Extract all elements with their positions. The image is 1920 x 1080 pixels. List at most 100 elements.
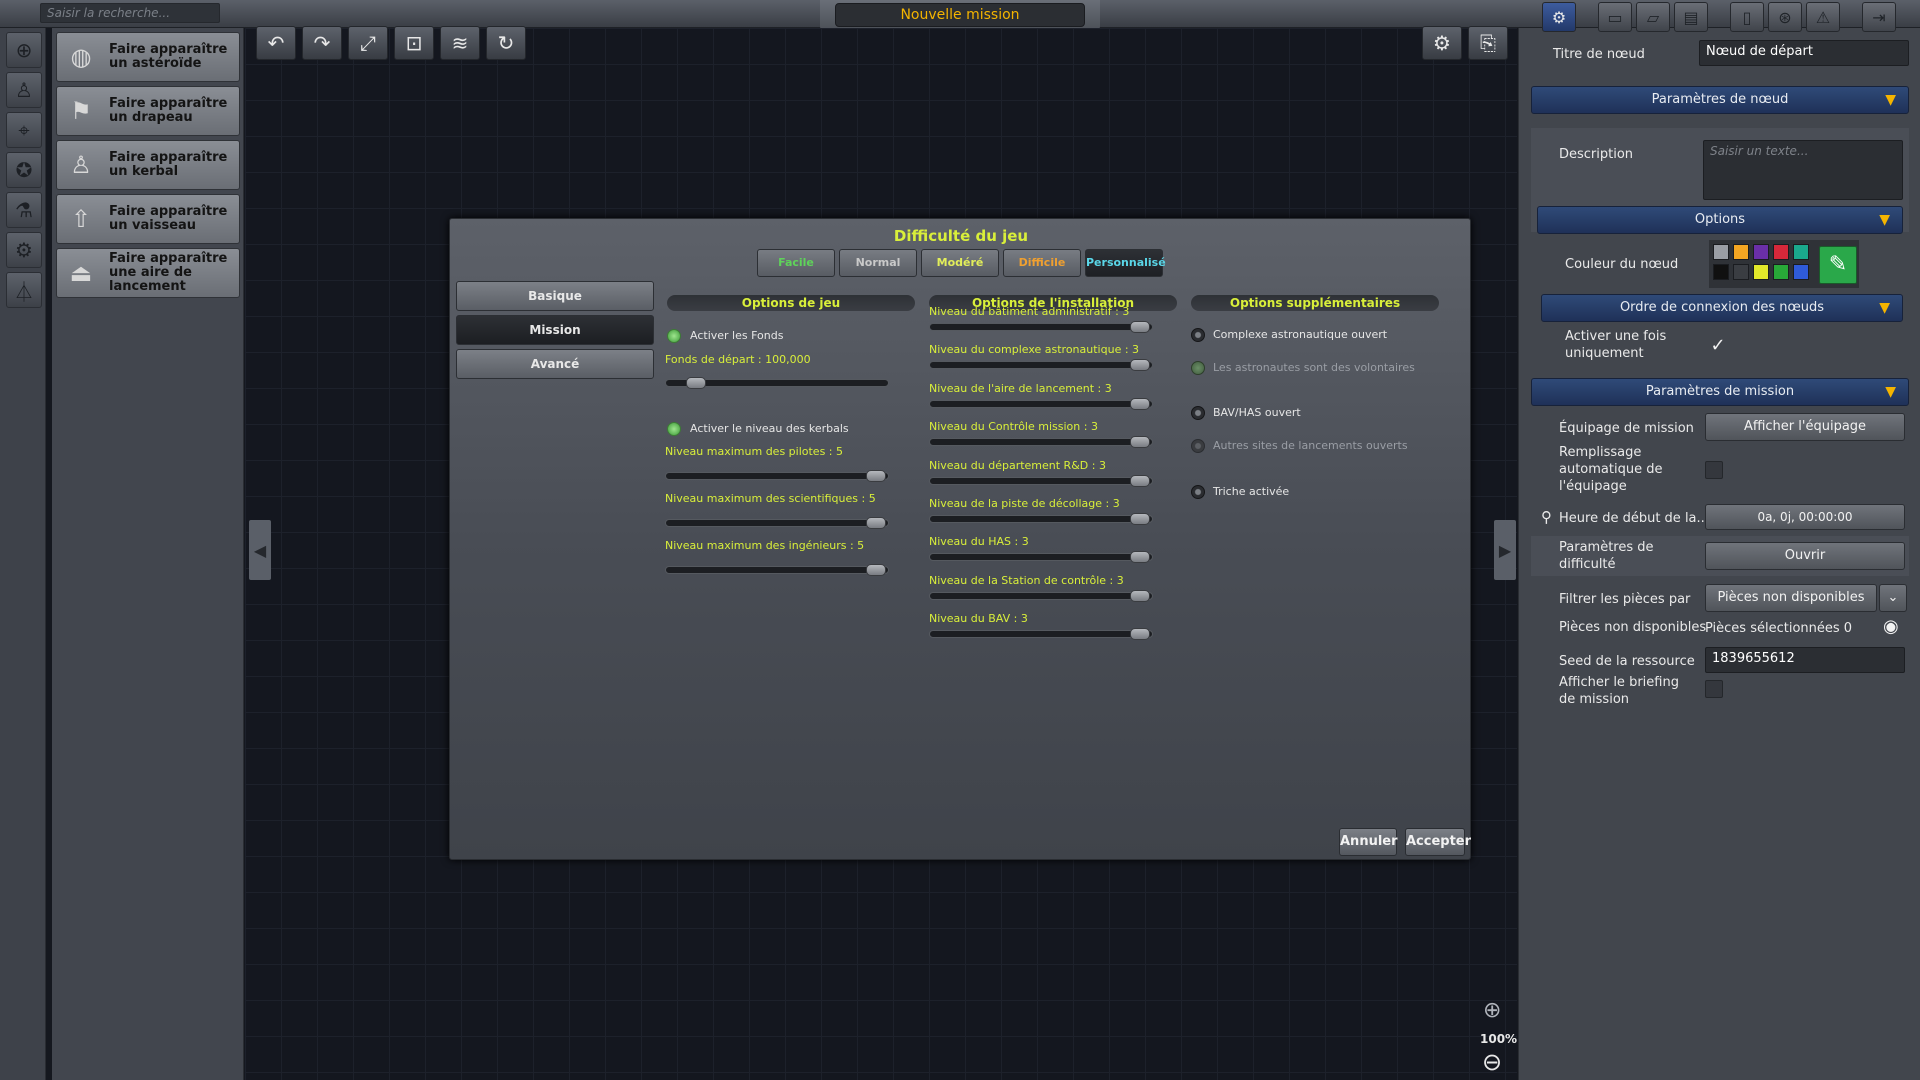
color-swatch[interactable]	[1793, 244, 1809, 260]
settings-icon[interactable]: ⚙	[1422, 26, 1462, 60]
slider-handle[interactable]	[1130, 321, 1150, 333]
slider-handle[interactable]	[1130, 551, 1150, 564]
refresh-icon[interactable]: ↻	[486, 26, 526, 60]
facility-level-slider[interactable]	[929, 397, 1153, 410]
slider-handle[interactable]	[866, 517, 886, 529]
facility-level-slider[interactable]	[929, 474, 1153, 487]
fit-icon[interactable]: ⊡	[394, 26, 434, 60]
enable-funds-toggle[interactable]	[667, 329, 681, 343]
autofill-crew-checkbox[interactable]	[1705, 461, 1723, 479]
facility-level-slider[interactable]	[929, 628, 1153, 641]
eye-icon[interactable]: ◉	[1883, 616, 1899, 637]
tab-hard[interactable]: Difficile	[1003, 249, 1081, 277]
engineers-level-slider[interactable]	[665, 564, 889, 576]
slider-handle[interactable]	[686, 377, 706, 389]
slider-handle[interactable]	[1130, 359, 1150, 372]
chevron-down-icon[interactable]: ⌄	[1879, 584, 1907, 612]
layers-icon[interactable]: ≋	[440, 26, 480, 60]
satellite-icon[interactable]: ⊛	[1768, 2, 1802, 32]
save-icon[interactable]: ▤	[1674, 2, 1708, 32]
accept-button[interactable]: Accepter	[1405, 828, 1471, 856]
slider-handle[interactable]	[1130, 397, 1150, 410]
facility-level-slider[interactable]	[929, 436, 1153, 449]
search-input[interactable]: Saisir la recherche...	[40, 3, 220, 23]
spawn-flag-button[interactable]: ⚑ Faire apparaître un drapeau	[56, 86, 240, 136]
color-swatch[interactable]	[1733, 244, 1749, 260]
resource-seed-input[interactable]: 1839655612	[1705, 647, 1905, 673]
pilots-level-slider[interactable]	[665, 470, 889, 482]
other-sites-toggle[interactable]	[1191, 439, 1205, 453]
facility-level-slider[interactable]	[929, 359, 1153, 372]
pin-icon[interactable]: ⚲	[1541, 508, 1552, 526]
briefing-checkbox[interactable]	[1705, 680, 1723, 698]
spawn-launchpad-button[interactable]: ⏏ Faire apparaître une aire de lancement	[56, 248, 240, 298]
test-icon[interactable]: ⚠	[1806, 2, 1840, 32]
redo-icon[interactable]: ↷	[302, 26, 342, 60]
undo-icon[interactable]: ↶	[256, 26, 296, 60]
zoom-in-icon[interactable]: ⊕	[1483, 998, 1501, 1023]
location-pin-icon[interactable]: ⌖	[6, 112, 42, 148]
collapse-right-arrow-icon[interactable]: ▶	[1494, 520, 1516, 580]
scientists-level-slider[interactable]	[665, 517, 889, 529]
astronaut-complex-toggle[interactable]	[1191, 328, 1205, 342]
spawn-kerbal-button[interactable]: ♙ Faire apparaître un kerbal	[56, 140, 240, 190]
node-title-input[interactable]: Nœud de départ	[1699, 40, 1909, 66]
slider-handle[interactable]	[1130, 589, 1150, 602]
folder-open-icon[interactable]: ▱	[1636, 2, 1670, 32]
enable-kerbal-levels-toggle[interactable]	[667, 422, 681, 436]
mission-builder-icon[interactable]: ⚙	[1542, 2, 1576, 32]
folder-icon[interactable]: ▭	[1598, 2, 1632, 32]
spawn-asteroid-button[interactable]: ◍ Faire apparaître un astéroïde	[56, 32, 240, 82]
tab-normal[interactable]: Normal	[839, 249, 917, 277]
starting-funds-slider[interactable]	[665, 377, 889, 389]
slider-handle[interactable]	[866, 470, 886, 482]
color-swatch[interactable]	[1733, 264, 1749, 280]
slider-handle[interactable]	[1130, 436, 1150, 449]
facility-level-slider[interactable]	[929, 513, 1153, 525]
tab-moderate[interactable]: Modéré	[921, 249, 999, 277]
color-swatch[interactable]	[1753, 264, 1769, 280]
tab-easy[interactable]: Facile	[757, 249, 835, 277]
color-swatch[interactable]	[1773, 244, 1789, 260]
color-swatch[interactable]	[1773, 264, 1789, 280]
vab-sph-toggle[interactable]	[1191, 406, 1205, 420]
collapse-left-arrow-icon[interactable]: ◀	[249, 520, 271, 580]
options-section[interactable]: Options ▼	[1537, 206, 1903, 234]
facility-level-slider[interactable]	[929, 551, 1153, 564]
color-swatch[interactable]	[1713, 264, 1729, 280]
facility-level-slider[interactable]	[929, 589, 1153, 602]
color-swatch[interactable]	[1713, 244, 1729, 260]
facility-level-slider[interactable]	[929, 321, 1153, 333]
expand-icon[interactable]: ⤢	[348, 26, 388, 60]
side-mission-button[interactable]: Mission	[456, 315, 654, 345]
node-params-section[interactable]: Paramètres de nœud ▼	[1531, 86, 1909, 114]
tab-custom[interactable]: Personnalisé	[1085, 249, 1166, 277]
volunteers-toggle[interactable]	[1191, 361, 1205, 375]
award-icon[interactable]: ✪	[6, 152, 42, 188]
cheats-toggle[interactable]	[1191, 485, 1205, 499]
side-advanced-button[interactable]: Avancé	[456, 349, 654, 379]
eyedropper-icon[interactable]: ✎	[1819, 246, 1857, 284]
open-difficulty-button[interactable]: Ouvrir	[1705, 542, 1905, 570]
description-input[interactable]: Saisir un texte...	[1703, 140, 1903, 200]
slider-handle[interactable]	[1130, 513, 1150, 525]
activate-once-checkbox[interactable]: ✓	[1709, 337, 1727, 356]
show-crew-button[interactable]: Afficher l'équipage	[1705, 413, 1905, 441]
cancel-button[interactable]: Annuler	[1339, 828, 1398, 856]
color-swatch[interactable]	[1753, 244, 1769, 260]
side-basic-button[interactable]: Basique	[456, 281, 654, 311]
slider-handle[interactable]	[1130, 474, 1150, 487]
inspect-icon[interactable]: ⎘	[1468, 26, 1508, 60]
start-time-field[interactable]: 0a, 0j, 00:00:00	[1705, 504, 1905, 530]
slider-handle[interactable]	[1130, 628, 1150, 641]
gears-icon[interactable]: ⚙	[6, 232, 42, 268]
flask-icon[interactable]: ⚗	[6, 192, 42, 228]
filter-parts-dropdown[interactable]: Pièces non disponibles	[1705, 584, 1877, 612]
lab-flask-icon[interactable]: ⏃	[6, 272, 42, 308]
zoom-out-icon[interactable]: ⊖	[1482, 1048, 1502, 1076]
spawn-vessel-button[interactable]: ⇧ Faire apparaître un vaisseau	[56, 194, 240, 244]
slider-handle[interactable]	[866, 564, 886, 576]
color-swatch[interactable]	[1793, 264, 1809, 280]
mission-params-section[interactable]: Paramètres de mission ▼	[1531, 378, 1909, 406]
compass-icon[interactable]: ⊕	[6, 32, 42, 68]
